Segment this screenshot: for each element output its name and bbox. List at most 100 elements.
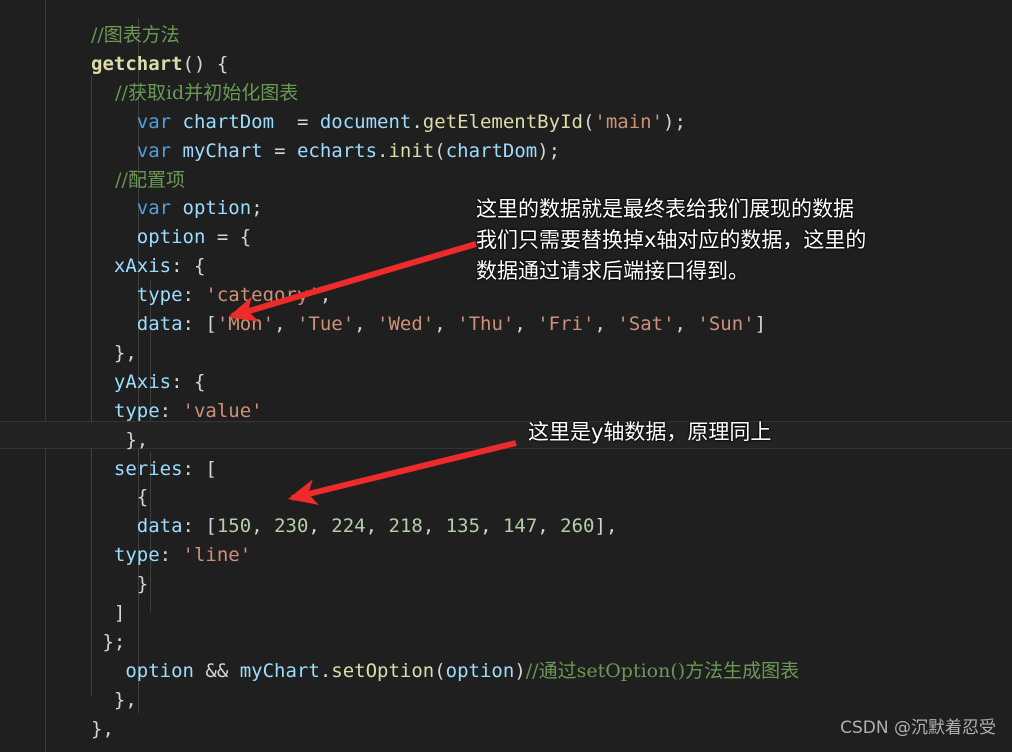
- code-token: data: [136, 313, 183, 335]
- code-token: getElementById: [422, 110, 583, 133]
- code-line[interactable]: data: [150, 230, 224, 218, 135, 147, 260…: [0, 512, 1012, 541]
- code-token: data: [136, 515, 183, 538]
- code-token: },: [91, 688, 137, 711]
- code-token: //图表方法: [91, 24, 180, 46]
- code-line[interactable]: yAxis: {: [0, 368, 1012, 397]
- code-token: option: [125, 659, 194, 682]
- code-token: yAxis: [113, 370, 172, 393]
- code-token: };: [91, 630, 126, 653]
- code-line[interactable]: type: 'line': [0, 541, 1012, 570]
- code-token: myChart: [182, 139, 263, 162]
- code-token: = {: [205, 226, 252, 249]
- code-token: =: [274, 110, 320, 133]
- code-line[interactable]: getchart() {: [0, 50, 1012, 79]
- code-line[interactable]: ]: [0, 599, 1012, 628]
- code-line[interactable]: //获取id并初始化图表: [0, 79, 1012, 108]
- code-token: {: [91, 486, 149, 509]
- code-line[interactable]: option && myChart.setOption(option)//通过s…: [0, 657, 1012, 686]
- code-token: 'category': [205, 284, 320, 307]
- code-token: 260: [560, 515, 595, 538]
- code-line[interactable]: };: [0, 628, 1012, 657]
- csdn-watermark: CSDN @沉默着忍受: [840, 718, 996, 738]
- code-token: ): [514, 659, 526, 682]
- code-screenshot: //图表方法 getchart() { //获取id并初始化图表 var char…: [0, 0, 1012, 752]
- code-line[interactable]: }: [0, 570, 1012, 599]
- code-line[interactable]: var myChart = echarts.init(chartDom);: [0, 137, 1012, 166]
- code-token: 'Sun': [697, 313, 755, 335]
- code-token: : {: [171, 370, 206, 393]
- code-token: 135: [445, 515, 481, 538]
- code-token: var: [136, 110, 172, 133]
- code-token: ,: [514, 313, 538, 335]
- code-token: },: [91, 428, 149, 451]
- code-token: series: [113, 457, 183, 480]
- code-token: (: [582, 110, 595, 133]
- code-token: 150: [216, 515, 252, 538]
- code-token: ,: [308, 515, 332, 538]
- code-token: //配置项: [91, 168, 185, 191]
- code-line[interactable]: series: [: [0, 455, 1012, 484]
- code-token: 230: [274, 515, 309, 538]
- code-token: type: [113, 399, 160, 422]
- code-token: .: [411, 110, 423, 133]
- code-token: : [: [182, 457, 217, 480]
- code-token: init: [388, 139, 435, 162]
- code-token: 'value': [182, 399, 263, 422]
- code-token: }: [91, 573, 149, 596]
- code-token: : [: [182, 313, 217, 335]
- code-token: chartDom: [445, 139, 538, 162]
- code-line[interactable]: {: [0, 483, 1012, 512]
- code-token: () {: [182, 52, 229, 75]
- code-token: },: [91, 717, 114, 740]
- code-token: :: [159, 399, 183, 422]
- annotation-xaxis-note: 这里的数据就是最终表给我们展现的数据 我们只需要替换掉x轴对应的数据，这里的 数据通…: [476, 194, 866, 287]
- code-line[interactable]: var chartDom = document.getElementById('…: [0, 108, 1012, 137]
- code-token: ],: [594, 515, 618, 538]
- code-token: 'Mon': [216, 313, 275, 335]
- code-line[interactable]: },: [0, 426, 1012, 455]
- code-line[interactable]: data: ['Mon', 'Tue', 'Wed', 'Thu', 'Fri'…: [0, 310, 1012, 339]
- annotation-line: 数据通过请求后端接口得到。: [476, 259, 749, 283]
- code-token: chartDom: [182, 110, 275, 133]
- code-area[interactable]: //图表方法 getchart() { //获取id并初始化图表 var char…: [0, 0, 1012, 752]
- code-line[interactable]: type: 'value': [0, 397, 1012, 426]
- code-token: //获取id并初始化图表: [91, 81, 299, 104]
- code-line[interactable]: //配置项: [0, 166, 1012, 195]
- code-token: myChart: [239, 659, 320, 682]
- code-token: ]: [754, 313, 767, 335]
- code-line[interactable]: },: [0, 339, 1012, 368]
- code-token: 147: [502, 515, 538, 538]
- code-token: ,: [319, 284, 332, 307]
- code-token: option: [182, 197, 252, 220]
- code-token: .: [319, 659, 332, 682]
- code-token: type: [113, 544, 160, 567]
- code-token: : [: [182, 515, 217, 538]
- code-token: ,: [480, 515, 503, 538]
- code-token: ;: [251, 197, 263, 220]
- code-line[interactable]: },: [0, 686, 1012, 715]
- code-token: getchart: [91, 52, 183, 75]
- code-token: ,: [365, 515, 389, 538]
- code-token: option: [136, 226, 206, 249]
- code-token: echarts: [296, 139, 378, 162]
- code-line[interactable]: //图表方法: [0, 21, 1012, 50]
- code-token: var: [136, 139, 172, 162]
- code-token: 'line': [182, 544, 252, 567]
- code-token: 'Sat': [617, 313, 675, 335]
- code-token: ,: [674, 313, 698, 335]
- code-token: type: [136, 284, 183, 307]
- code-token: 'Tue': [296, 313, 355, 335]
